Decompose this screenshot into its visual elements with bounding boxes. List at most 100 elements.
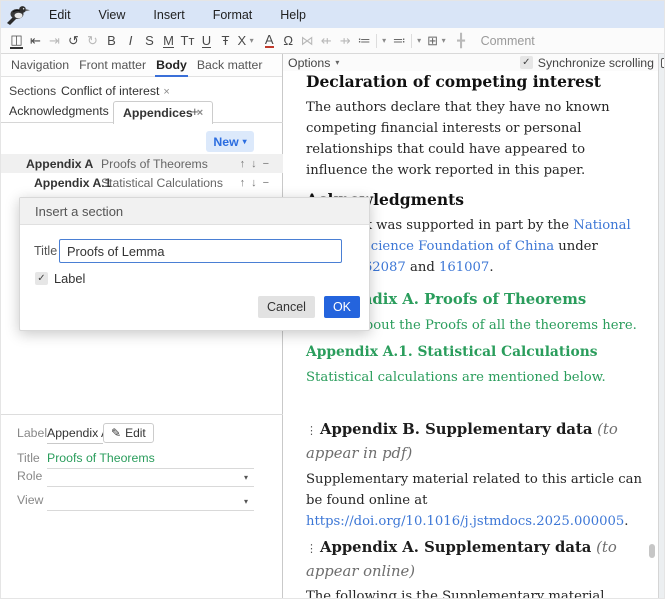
document-scrollbar-thumb[interactable] bbox=[649, 544, 655, 558]
small-caps-icon[interactable]: Tᴛ bbox=[178, 30, 197, 52]
jump-next-icon: ⇥ bbox=[45, 30, 64, 52]
view-field-row: View ▾ bbox=[1, 493, 283, 511]
title-field-key: Title bbox=[17, 451, 40, 465]
section-chip-acknowledgments[interactable]: Acknowledgments× bbox=[9, 104, 119, 118]
toolbar-divider bbox=[376, 34, 377, 48]
app-logo-bird-icon[interactable] bbox=[1, 2, 35, 28]
link-grant-161007[interactable]: 161007 bbox=[439, 260, 489, 275]
layout-icon[interactable]: ◫ bbox=[7, 30, 26, 52]
title-field-row: Title Proofs of Theorems bbox=[1, 451, 283, 469]
dialog-title-field-row: Title bbox=[20, 239, 369, 263]
section-chip-conflict-of-interest[interactable]: Conflict of interest× bbox=[61, 84, 170, 98]
options-button[interactable]: Options ▾ bbox=[288, 56, 339, 70]
synchronize-scrolling-checkbox[interactable]: ✓ bbox=[520, 56, 533, 69]
label-checkbox-text: Label bbox=[54, 271, 85, 286]
numbered-list-icon[interactable]: ≕ bbox=[390, 30, 409, 52]
panel-tabs: Navigation Front matter Body Back matter bbox=[1, 54, 282, 77]
move-icon: ╋ bbox=[452, 30, 471, 52]
add-section-chip-button[interactable]: + bbox=[191, 104, 199, 119]
overline-icon[interactable]: Ŧ bbox=[216, 30, 235, 52]
pencil-icon: ✎ bbox=[111, 426, 121, 440]
paragraph-appendix-a-supplementary: The following is the Supplementary mater… bbox=[306, 586, 647, 599]
italic-icon[interactable]: I bbox=[121, 30, 140, 52]
comment-button[interactable]: Comment bbox=[481, 34, 535, 48]
edit-label-button[interactable]: ✎ Edit bbox=[103, 423, 154, 443]
bullet-list-icon[interactable]: ≔ bbox=[355, 30, 374, 52]
menu-help[interactable]: Help bbox=[266, 1, 320, 28]
tab-body[interactable]: Body bbox=[151, 54, 192, 77]
bird-icon bbox=[4, 3, 32, 27]
ok-button[interactable]: OK bbox=[324, 296, 360, 318]
subscript-caret-icon: ▾ bbox=[246, 30, 257, 52]
heading-appendix-a1-statistical: Appendix A.1. Statistical Calculations bbox=[306, 344, 647, 360]
move-up-icon[interactable]: ↑ bbox=[240, 158, 246, 170]
toolbar: ◫ ⇤ ⇥ ↺ ↻ B I S M Tᴛ U Ŧ X▾ A Ω ⋈ ⇷ ⇸ ≔ … bbox=[1, 28, 665, 54]
dialog-title: Insert a section bbox=[20, 198, 369, 225]
role-dropdown[interactable]: ▾ bbox=[244, 473, 248, 482]
special-character-icon[interactable]: Ω bbox=[279, 30, 298, 52]
new-button[interactable]: New ▾ bbox=[206, 131, 254, 152]
dialog-title-field-label: Title bbox=[34, 244, 57, 258]
drag-handle-icon[interactable]: ⋮ bbox=[306, 542, 317, 555]
close-icon[interactable]: × bbox=[163, 86, 169, 98]
move-down-icon[interactable]: ↓ bbox=[251, 177, 257, 189]
drag-handle-icon[interactable]: ⋮ bbox=[306, 424, 317, 437]
panel-divider bbox=[1, 414, 283, 415]
indent-icon: ⇸ bbox=[336, 30, 355, 52]
dialog-buttons: Cancel OK bbox=[258, 296, 360, 318]
paragraph-competing-interest: The authors declare that they have no kn… bbox=[306, 97, 647, 181]
link-doi[interactable]: https://doi.org/10.1016/j.jstmdocs.2025.… bbox=[306, 514, 624, 529]
label-field-row: Label Appendix A ✎ Edit bbox=[1, 426, 283, 444]
underline-icon[interactable]: U bbox=[197, 30, 216, 52]
dialog-label-checkbox-row: ✓ Label bbox=[35, 271, 85, 286]
numbered-list-caret-icon[interactable]: ▾ bbox=[414, 30, 425, 52]
inline-formula-icon: ⋈ bbox=[298, 30, 317, 52]
collapsed-panel-icon bbox=[661, 58, 665, 68]
title-field-value[interactable]: Proofs of Theorems bbox=[47, 451, 155, 465]
table-icon[interactable]: ⊞▾ bbox=[425, 30, 452, 52]
tab-navigation[interactable]: Navigation bbox=[6, 54, 74, 77]
insert-section-dialog: Insert a section Title ✓ Label Cancel OK bbox=[19, 197, 370, 331]
view-dropdown[interactable]: ▾ bbox=[244, 497, 248, 506]
outline-row-appendix-a[interactable]: Appendix A Proofs of Theorems ↑ ↓ − bbox=[1, 154, 283, 173]
role-field-row: Role ▾ bbox=[1, 469, 283, 487]
sections-label: Sections bbox=[9, 84, 56, 98]
subscript-icon[interactable]: X▾ bbox=[235, 30, 260, 52]
bullet-list-caret-icon[interactable]: ▾ bbox=[379, 30, 390, 52]
move-down-icon[interactable]: ↓ bbox=[251, 158, 257, 170]
remove-icon[interactable]: − bbox=[263, 177, 269, 189]
label-checkbox[interactable]: ✓ bbox=[35, 272, 48, 285]
synchronize-scrolling-label: Synchronize scrolling bbox=[538, 56, 654, 70]
app-window: Edit View Insert Format Help ◫ ⇤ ⇥ ↺ ↻ B… bbox=[0, 0, 665, 599]
table-caret-icon: ▾ bbox=[438, 30, 449, 52]
outline-row-appendix-a1[interactable]: Appendix A.1 Statistical Calculations ↑ … bbox=[1, 173, 283, 192]
chevron-down-icon: ▾ bbox=[243, 137, 247, 146]
outdent-icon: ⇷ bbox=[317, 30, 336, 52]
section-title-input[interactable] bbox=[59, 239, 342, 263]
toolbar-divider bbox=[411, 34, 412, 48]
cancel-button[interactable]: Cancel bbox=[258, 296, 315, 318]
menu-bar: Edit View Insert Format Help bbox=[1, 1, 665, 28]
heading-competing-interest: Declaration of competing interest bbox=[306, 72, 647, 91]
menu-edit[interactable]: Edit bbox=[35, 1, 85, 28]
text-color-icon[interactable]: A bbox=[260, 30, 279, 52]
heading-appendix-b-supplementary: ⋮Appendix B. Supplementary data (to appe… bbox=[306, 418, 647, 465]
move-up-icon[interactable]: ↑ bbox=[240, 177, 246, 189]
remove-icon[interactable]: − bbox=[263, 158, 269, 170]
menu-insert[interactable]: Insert bbox=[139, 1, 198, 28]
tab-front-matter[interactable]: Front matter bbox=[74, 54, 151, 77]
label-field-value: Appendix A bbox=[47, 426, 109, 440]
paragraph-appendix-a1-statistical: Statistical calculations are mentioned b… bbox=[306, 367, 647, 388]
tab-back-matter[interactable]: Back matter bbox=[192, 54, 268, 77]
undo-icon[interactable]: ↺ bbox=[64, 30, 83, 52]
menu-format[interactable]: Format bbox=[199, 1, 267, 28]
menu-view[interactable]: View bbox=[85, 1, 140, 28]
collapsed-side-panel[interactable] bbox=[658, 54, 665, 599]
document-preview[interactable]: Declaration of competing interest The au… bbox=[283, 71, 649, 599]
monospace-icon[interactable]: M bbox=[159, 30, 178, 52]
bold-icon[interactable]: B bbox=[102, 30, 121, 52]
strikethrough-icon[interactable]: S bbox=[140, 30, 159, 52]
preview-header: Options ▾ ✓ Synchronize scrolling bbox=[283, 54, 658, 71]
chevron-down-icon: ▾ bbox=[335, 58, 339, 67]
jump-previous-icon[interactable]: ⇤ bbox=[26, 30, 45, 52]
